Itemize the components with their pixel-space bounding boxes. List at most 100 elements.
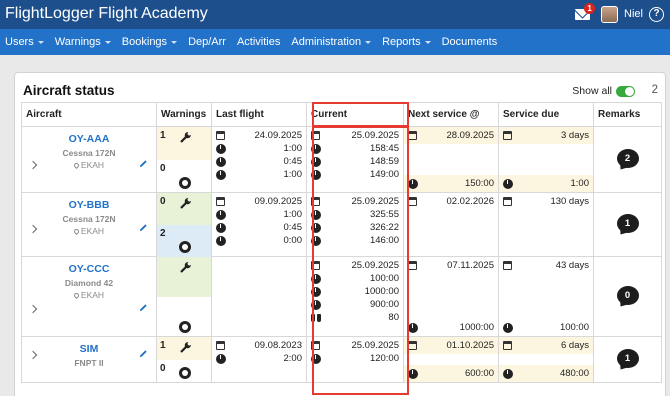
aircraft-registration-link[interactable]: OY-AAA — [22, 133, 156, 145]
nav-item-users[interactable]: Users — [5, 36, 44, 48]
calendar-icon — [216, 197, 225, 206]
table-row: OY-AAA Cessna 172N EKAH 1 0 24.09.2025 1:00 0:4… — [21, 126, 662, 193]
column-header-last-flight[interactable]: Last flight — [211, 102, 307, 127]
last-flight-timer-line: 0:45 — [216, 221, 302, 234]
column-header-aircraft[interactable]: Aircraft — [21, 102, 157, 127]
warning-count: 0 — [160, 363, 166, 374]
service-due-days-line: 3 days — [499, 127, 593, 144]
aircraft-status-table: Aircraft Warnings Last flight Current Next s… — [21, 102, 662, 383]
nav-item-administration[interactable]: Administration — [291, 36, 372, 48]
service-due-hours-line: 1:00 — [499, 175, 593, 192]
last-flight-date: 09.08.2023 — [254, 340, 302, 351]
timer-icon — [311, 273, 321, 284]
edit-pencil-icon[interactable] — [139, 349, 148, 358]
current-timer-value: 120:00 — [369, 353, 399, 364]
nav-item-documents[interactable]: Documents — [442, 36, 498, 48]
next-service-hours: 600:00 — [464, 368, 494, 379]
column-header-service-due[interactable]: Service due — [498, 102, 594, 127]
next-service-date-line: 02.02.2026 — [404, 193, 498, 210]
tire-icon — [179, 367, 191, 379]
current-timer-value: 149:00 — [369, 169, 399, 180]
warnings-cell: 10 — [156, 126, 212, 193]
nav-item-label: Administration — [291, 36, 362, 48]
remarks-cell: 2 — [593, 126, 662, 193]
aircraft-cell: OY-CCC Diamond 42 EKAH — [21, 256, 157, 337]
current-timer-line: 80 — [311, 311, 399, 324]
nav-item-activities[interactable]: Activities — [237, 36, 280, 48]
nav-item-reports[interactable]: Reports — [382, 36, 431, 48]
expand-chevron-icon[interactable] — [28, 304, 38, 314]
warning-wrench-segment[interactable]: 1 — [157, 127, 211, 160]
timer-icon — [216, 222, 226, 233]
current-timer-value: 100:00 — [369, 273, 399, 284]
next-service-date-line: 07.11.2025 — [404, 257, 498, 274]
edit-pencil-icon[interactable] — [139, 159, 148, 168]
next-service-date: 28.09.2025 — [446, 130, 494, 141]
current-date-line: 25.09.2025 — [311, 259, 399, 272]
current-cell: 25.09.2025 325:55 326:22 146:00 — [306, 192, 404, 257]
aircraft-registration-link[interactable]: SIM — [22, 343, 156, 355]
wrench-icon — [179, 340, 193, 354]
timer-icon — [503, 178, 513, 189]
current-timer-line: 900:00 — [311, 298, 399, 311]
timer-icon — [216, 169, 226, 180]
remarks-bubble-icon[interactable]: 1 — [616, 349, 639, 368]
warning-wrench-segment[interactable]: 1 — [157, 337, 211, 360]
show-all-control[interactable]: Show all — [572, 85, 635, 97]
warnings-cell — [156, 256, 212, 337]
edit-pencil-icon[interactable] — [139, 223, 148, 232]
remarks-bubble-icon[interactable]: 0 — [616, 286, 639, 305]
column-header-current[interactable]: Current — [306, 102, 404, 127]
current-timer-value: 900:00 — [369, 299, 399, 310]
nav-item-dep-arr[interactable]: Dep/Arr — [188, 36, 226, 48]
current-timer-value: 158:45 — [369, 143, 399, 154]
warning-wrench-segment[interactable]: 0 — [157, 193, 211, 225]
user-name[interactable]: Niel — [624, 8, 643, 20]
table-body: OY-AAA Cessna 172N EKAH 1 0 24.09.2025 1:00 0:4… — [21, 126, 662, 383]
messages-button[interactable]: 1 — [575, 3, 596, 22]
aircraft-registration-link[interactable]: OY-CCC — [22, 263, 156, 275]
avatar[interactable] — [601, 5, 619, 23]
service-due-hours: 480:00 — [559, 368, 589, 379]
current-date-line: 25.09.2025 — [311, 129, 399, 142]
nav-item-warnings[interactable]: Warnings — [55, 36, 111, 48]
app-title[interactable]: FlightLogger Flight Academy — [5, 5, 208, 23]
warning-wrench-segment[interactable] — [157, 257, 211, 297]
calendar-icon — [216, 341, 225, 350]
service-due-cell: 3 days 1:00 — [498, 126, 594, 193]
location-pin-icon — [72, 291, 80, 300]
timer-icon — [408, 322, 418, 333]
help-icon[interactable]: ? — [649, 6, 664, 22]
last-flight-date-line: 24.09.2025 — [216, 129, 302, 142]
current-timer-line: 158:45 — [311, 142, 399, 155]
edit-pencil-icon[interactable] — [139, 303, 148, 312]
current-date: 25.09.2025 — [351, 196, 399, 207]
chevron-down-icon — [104, 40, 111, 44]
next-service-date-line: 28.09.2025 — [404, 127, 498, 144]
tire-icon — [179, 177, 191, 189]
last-flight-timer-value: 2:00 — [283, 353, 303, 364]
warning-tire-segment[interactable]: 2 — [157, 225, 211, 257]
remarks-bubble-icon[interactable]: 1 — [616, 214, 639, 233]
column-header-warnings[interactable]: Warnings — [156, 102, 212, 127]
current-timer-value: 325:55 — [369, 209, 399, 220]
last-flight-cell: 09.09.2025 1:00 0:45 0:00 — [211, 192, 307, 257]
current-cell: 25.09.2025 100:00 1000:00 900:00 80 — [306, 256, 404, 337]
warning-tire-segment[interactable] — [157, 297, 211, 337]
aircraft-registration-link[interactable]: OY-BBB — [22, 199, 156, 211]
column-header-remarks[interactable]: Remarks — [593, 102, 662, 127]
next-service-cell: 07.11.2025 1000:00 — [403, 256, 499, 337]
service-due-cell: 43 days 100:00 — [498, 256, 594, 337]
remarks-bubble-icon[interactable]: 2 — [616, 149, 639, 168]
nav-menu: Users Warnings Bookings Dep/Arr Activities Ad… — [0, 29, 670, 55]
timer-icon — [216, 235, 226, 246]
next-service-date-line: 01.10.2025 — [404, 337, 498, 354]
column-header-next-service[interactable]: Next service @ — [403, 102, 499, 127]
show-all-toggle[interactable] — [616, 85, 635, 97]
current-timer-line: 146:00 — [311, 234, 399, 247]
warning-tire-segment[interactable]: 0 — [157, 160, 211, 193]
nav-item-bookings[interactable]: Bookings — [122, 36, 178, 48]
current-timer-line: 100:00 — [311, 272, 399, 285]
warning-tire-segment[interactable]: 0 — [157, 360, 211, 383]
nav-item-label: Documents — [441, 36, 498, 48]
